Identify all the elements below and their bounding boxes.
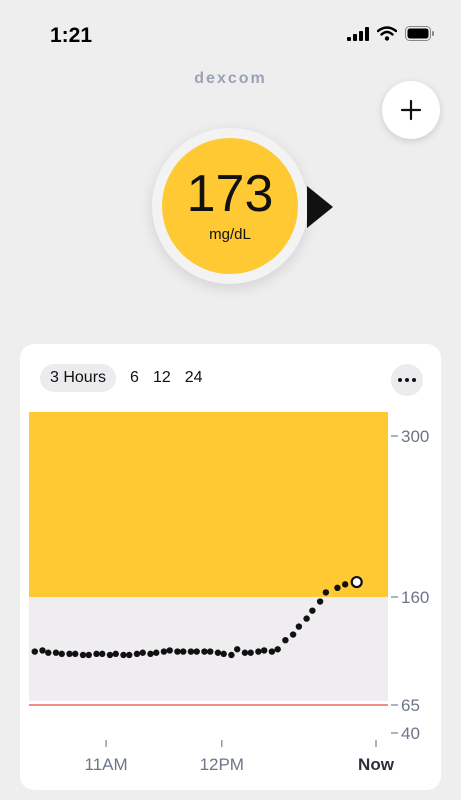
glucose-point bbox=[247, 649, 254, 656]
y-tick-label: 40 bbox=[401, 724, 420, 743]
glucose-point bbox=[39, 647, 46, 654]
glucose-point bbox=[112, 650, 119, 658]
x-tick-label: 11AM bbox=[85, 755, 128, 774]
glucose-point bbox=[72, 650, 79, 658]
glucose-point bbox=[322, 589, 330, 596]
glucose-point bbox=[260, 647, 268, 654]
glucose-point bbox=[139, 649, 146, 656]
glucose-point bbox=[193, 648, 200, 655]
glucose-point bbox=[106, 651, 114, 659]
glucose-point bbox=[228, 651, 235, 659]
glucose-point bbox=[207, 648, 214, 655]
plus-icon bbox=[400, 99, 422, 121]
x-tick-label: 12PM bbox=[200, 755, 244, 774]
y-tick-label: 160 bbox=[401, 588, 429, 607]
glucose-point bbox=[66, 650, 73, 658]
glucose-point bbox=[303, 615, 310, 622]
glucose-value: 173 bbox=[186, 165, 274, 223]
glucose-point bbox=[160, 648, 168, 655]
glucose-reading[interactable]: 173 mg/dL bbox=[162, 138, 298, 274]
glucose-point bbox=[220, 650, 227, 658]
glucose-point bbox=[99, 650, 106, 658]
glucose-point bbox=[52, 649, 60, 656]
glucose-unit: mg/dL bbox=[209, 226, 251, 243]
add-event-button[interactable] bbox=[382, 81, 440, 139]
glucose-point bbox=[180, 648, 187, 655]
y-tick-label: 65 bbox=[401, 696, 420, 715]
glucose-point bbox=[120, 651, 127, 659]
high-zone bbox=[29, 412, 388, 597]
glucose-point bbox=[58, 650, 65, 658]
cellular-signal-icon bbox=[347, 26, 369, 41]
glucose-point bbox=[85, 651, 92, 659]
glucose-point bbox=[93, 650, 100, 658]
glucose-point bbox=[309, 607, 316, 614]
glucose-point bbox=[31, 648, 38, 655]
glucose-point bbox=[214, 649, 222, 656]
glucose-point bbox=[334, 584, 341, 591]
battery-icon bbox=[405, 26, 434, 41]
glucose-point bbox=[234, 646, 241, 653]
glucose-point bbox=[187, 648, 195, 655]
glucose-point bbox=[316, 598, 324, 605]
y-tick-label: 300 bbox=[401, 427, 429, 446]
glucose-point bbox=[241, 649, 249, 656]
glucose-point bbox=[295, 623, 303, 630]
glucose-point bbox=[268, 648, 276, 655]
glucose-point bbox=[133, 650, 141, 658]
glucose-point bbox=[255, 648, 262, 655]
glucose-point bbox=[126, 651, 133, 659]
glucose-point bbox=[174, 648, 181, 655]
glucose-graph-card: 3 Hours 6 12 24 300 160 65 40 11AM 12PM Now bbox=[20, 344, 441, 790]
wifi-icon bbox=[377, 26, 397, 41]
glucose-point bbox=[166, 647, 173, 654]
glucose-point bbox=[79, 651, 87, 659]
glucose-point bbox=[341, 581, 349, 588]
x-tick-label: Now bbox=[358, 755, 395, 774]
app-logo: Dexcom bbox=[194, 70, 267, 87]
glucose-point bbox=[289, 631, 297, 638]
glucose-point bbox=[201, 648, 208, 655]
current-glucose-point bbox=[350, 575, 363, 589]
status-bar: 1:21 bbox=[0, 0, 461, 70]
glucose-point bbox=[153, 649, 160, 656]
glucose-chart: 300 160 65 40 11AM 12PM Now bbox=[29, 412, 429, 774]
status-time: 1:21 bbox=[50, 24, 93, 47]
glucose-point bbox=[45, 649, 52, 656]
trend-arrow-icon bbox=[307, 186, 333, 228]
glucose-point bbox=[147, 650, 154, 658]
glucose-point bbox=[274, 646, 281, 653]
glucose-point bbox=[282, 637, 289, 644]
status-icons bbox=[347, 26, 435, 41]
